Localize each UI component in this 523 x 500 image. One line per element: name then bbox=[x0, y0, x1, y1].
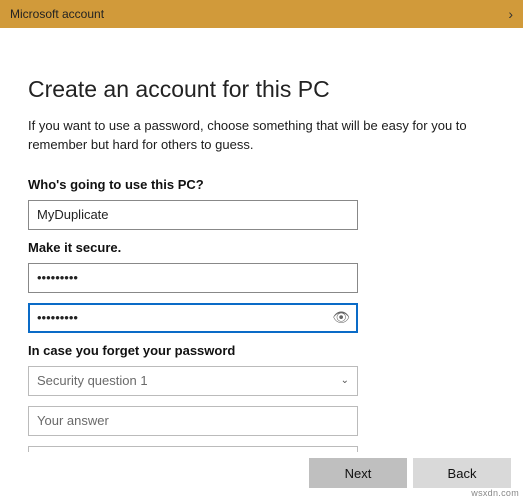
chevron-down-icon: ⌄ bbox=[341, 375, 349, 386]
forgot-section-label: In case you forget your password bbox=[28, 343, 495, 358]
password-input[interactable] bbox=[28, 263, 358, 293]
next-field-partial bbox=[28, 446, 358, 452]
security-answer-placeholder: Your answer bbox=[37, 413, 109, 428]
next-button[interactable]: Next bbox=[309, 458, 407, 488]
confirm-password-input[interactable] bbox=[28, 303, 358, 333]
security-question-select[interactable]: Security question 1 ⌄ bbox=[28, 366, 358, 396]
page-title: Create an account for this PC bbox=[28, 76, 495, 103]
footer-buttons: Next Back bbox=[309, 458, 511, 488]
password-section-label: Make it secure. bbox=[28, 240, 495, 255]
back-button[interactable]: Back bbox=[413, 458, 511, 488]
window-title: Microsoft account bbox=[10, 7, 104, 21]
page-description: If you want to use a password, choose so… bbox=[28, 117, 495, 155]
username-label: Who's going to use this PC? bbox=[28, 177, 495, 192]
watermark-text: wsxdn.com bbox=[471, 488, 519, 498]
username-input[interactable] bbox=[28, 200, 358, 230]
chevron-right-icon[interactable]: › bbox=[508, 6, 513, 22]
security-question-value: Security question 1 bbox=[37, 373, 148, 388]
main-content: Create an account for this PC If you wan… bbox=[0, 28, 523, 452]
security-answer-input[interactable]: Your answer bbox=[28, 406, 358, 436]
window-titlebar: Microsoft account › bbox=[0, 0, 523, 28]
reveal-password-icon[interactable]: 👁 bbox=[332, 309, 350, 326]
